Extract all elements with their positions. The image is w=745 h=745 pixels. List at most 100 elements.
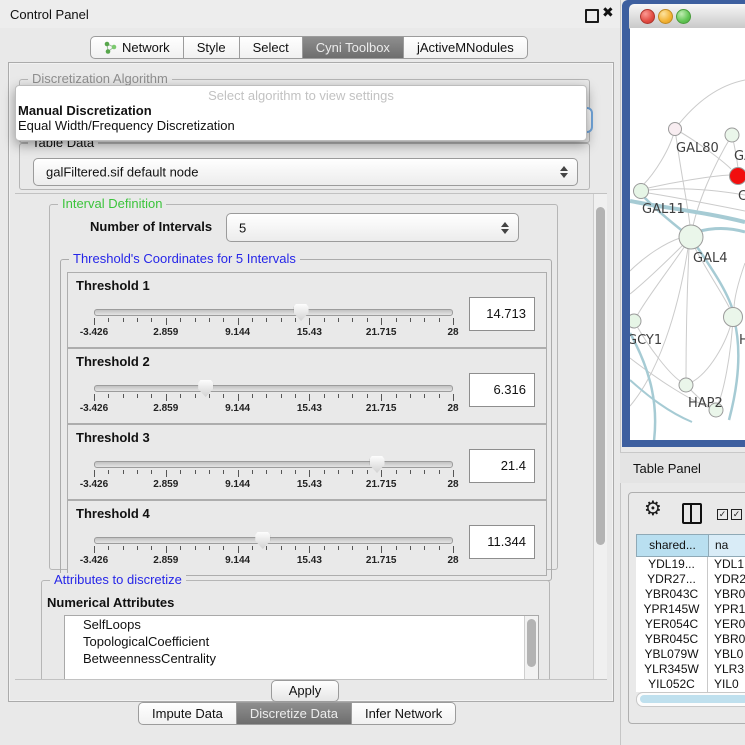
tab-select[interactable]: Select bbox=[240, 36, 303, 59]
tab-style[interactable]: Style bbox=[184, 36, 240, 59]
tab-impute-data[interactable]: Impute Data bbox=[138, 702, 237, 725]
algorithm-option-manual-discretization[interactable]: Manual Discretization bbox=[18, 103, 152, 118]
network-node[interactable] bbox=[725, 128, 739, 142]
tick-mark bbox=[324, 318, 325, 322]
tick-mark bbox=[123, 546, 124, 550]
table-data-combo[interactable]: galFiltered.sif default node bbox=[33, 158, 578, 186]
threshold-slider[interactable]: -3.4262.8599.14415.4321.71528 bbox=[94, 309, 453, 339]
cell-name: YPR1 bbox=[708, 602, 745, 617]
slider-ticks bbox=[94, 318, 453, 326]
tick-mark bbox=[410, 318, 411, 322]
threshold-value-field[interactable]: 14.713 bbox=[469, 297, 535, 331]
cell-shared-name: YBL079W bbox=[636, 647, 708, 662]
threshold-value-field[interactable]: 6.316 bbox=[469, 373, 535, 407]
algorithm-option-equal-width-frequency-discretization[interactable]: Equal Width/Frequency Discretization bbox=[18, 118, 235, 133]
tick-label: -3.426 bbox=[80, 479, 108, 490]
attribute-items: SelfLoopsTopologicalCoefficientBetweenne… bbox=[65, 616, 538, 667]
number-of-intervals-combo[interactable]: 5 bbox=[226, 213, 519, 242]
slider-tick-labels: -3.4262.8599.14415.4321.71528 bbox=[94, 327, 453, 339]
attribute-item-selfloops[interactable]: SelfLoops bbox=[65, 616, 538, 633]
table-horizontal-scrollbar[interactable] bbox=[636, 692, 745, 707]
attributes-scrollbar-thumb[interactable] bbox=[527, 619, 536, 667]
tab-label: Network bbox=[122, 37, 170, 58]
slider-track[interactable] bbox=[94, 309, 453, 316]
threshold-label: Threshold 4 bbox=[76, 506, 150, 521]
slider-track[interactable] bbox=[94, 385, 453, 392]
tick-mark bbox=[338, 394, 339, 398]
cell-name: YDL1 bbox=[708, 557, 744, 572]
combo-stepper-icon bbox=[501, 222, 509, 234]
tab-jactivemnodules[interactable]: jActiveMNodules bbox=[404, 36, 528, 59]
split-columns-icon[interactable] bbox=[682, 503, 702, 524]
network-node[interactable] bbox=[669, 123, 682, 136]
thresholds-group-label: Threshold's Coordinates for 5 Intervals bbox=[69, 252, 300, 266]
cell-name: YDR2 bbox=[708, 572, 745, 587]
tick-mark bbox=[396, 470, 397, 474]
column-header-name[interactable]: na bbox=[708, 534, 745, 557]
network-node-label: GAL4 bbox=[693, 251, 727, 266]
table-row[interactable]: YLR345WYLR3 bbox=[636, 662, 745, 677]
attribute-item-betweennesscentrality[interactable]: BetweennessCentrality bbox=[65, 650, 538, 667]
gear-icon[interactable]: ⚙ bbox=[644, 496, 662, 520]
tick-mark bbox=[424, 318, 425, 322]
threshold-box-4: Threshold 4 -3.4262.8599.14415.4321.71528… bbox=[67, 500, 547, 576]
tab-label: Style bbox=[197, 37, 226, 58]
table-row[interactable]: YPR145WYPR1 bbox=[636, 602, 745, 617]
threshold-slider[interactable]: -3.4262.8599.14415.4321.71528 bbox=[94, 537, 453, 567]
network-node[interactable] bbox=[679, 378, 693, 392]
network-node[interactable] bbox=[630, 314, 641, 328]
table-row[interactable]: YER054CYER0 bbox=[636, 617, 745, 632]
control-panel-titlebar: Control Panel ✖ bbox=[0, 0, 620, 28]
table-row[interactable]: YBL079WYBL0 bbox=[636, 647, 745, 662]
tab-discretize-data[interactable]: Discretize Data bbox=[237, 702, 352, 725]
tick-mark bbox=[151, 470, 152, 474]
network-node[interactable] bbox=[724, 308, 743, 327]
tick-mark bbox=[123, 394, 124, 398]
threshold-value-field[interactable]: 21.4 bbox=[469, 449, 535, 483]
attributes-list-scrollbar[interactable] bbox=[524, 616, 538, 680]
table-row[interactable]: YDL19...YDL1 bbox=[636, 557, 745, 572]
zoom-traffic-light-icon[interactable] bbox=[676, 9, 691, 24]
network-node[interactable] bbox=[679, 225, 703, 249]
column-header-shared-name[interactable]: shared... bbox=[636, 534, 708, 557]
table-row[interactable]: YDR27...YDR2 bbox=[636, 572, 745, 587]
cell-shared-name: YPR145W bbox=[636, 602, 708, 617]
settings-scrollbar-thumb[interactable] bbox=[596, 207, 605, 545]
close-traffic-light-icon[interactable] bbox=[640, 9, 655, 24]
apply-button[interactable]: Apply bbox=[271, 680, 339, 702]
tick-mark bbox=[352, 318, 353, 322]
network-node-label: HAP2 bbox=[688, 396, 723, 411]
threshold-slider[interactable]: -3.4262.8599.14415.4321.71528 bbox=[94, 385, 453, 415]
tab-infer-network[interactable]: Infer Network bbox=[352, 702, 456, 725]
tick-mark bbox=[352, 394, 353, 398]
threshold-slider[interactable]: -3.4262.8599.14415.4321.71528 bbox=[94, 461, 453, 491]
table-row[interactable]: YIL052CYIL0 bbox=[636, 677, 745, 692]
tick-mark bbox=[367, 470, 368, 474]
tick-mark bbox=[295, 318, 296, 322]
network-node[interactable] bbox=[634, 184, 649, 199]
checkbox-icon[interactable]: ✓ bbox=[731, 509, 742, 520]
tick-label: 21.715 bbox=[366, 403, 397, 414]
close-icon[interactable]: ✖ bbox=[602, 5, 614, 21]
network-node-label: H bbox=[739, 333, 745, 348]
network-canvas[interactable]: GAL80GACGAL11GAL4GCY1HHAP2 bbox=[630, 28, 745, 440]
attribute-item-topologicalcoefficient[interactable]: TopologicalCoefficient bbox=[65, 633, 538, 650]
cell-shared-name: YBR045C bbox=[636, 632, 708, 647]
checkbox-icon[interactable]: ✓ bbox=[717, 509, 728, 520]
threshold-label: Threshold 2 bbox=[76, 354, 150, 369]
slider-track[interactable] bbox=[94, 461, 453, 468]
threshold-value-field[interactable]: 11.344 bbox=[469, 525, 535, 559]
table-hscrollbar-thumb[interactable] bbox=[640, 695, 745, 703]
tab-cyni-toolbox[interactable]: Cyni Toolbox bbox=[303, 36, 404, 59]
tab-label: Discretize Data bbox=[250, 703, 338, 724]
tab-network[interactable]: Network bbox=[90, 36, 184, 59]
settings-scrollbar[interactable] bbox=[593, 194, 607, 679]
network-node[interactable] bbox=[730, 168, 745, 185]
minimize-traffic-light-icon[interactable] bbox=[658, 9, 673, 24]
numerical-attributes-label: Numerical Attributes bbox=[47, 595, 174, 610]
float-window-icon[interactable] bbox=[585, 9, 599, 23]
numerical-attributes-list[interactable]: SelfLoopsTopologicalCoefficientBetweenne… bbox=[64, 615, 539, 680]
table-row[interactable]: YBR043CYBR0 bbox=[636, 587, 745, 602]
table-row[interactable]: YBR045CYBR0 bbox=[636, 632, 745, 647]
slider-track[interactable] bbox=[94, 537, 453, 544]
